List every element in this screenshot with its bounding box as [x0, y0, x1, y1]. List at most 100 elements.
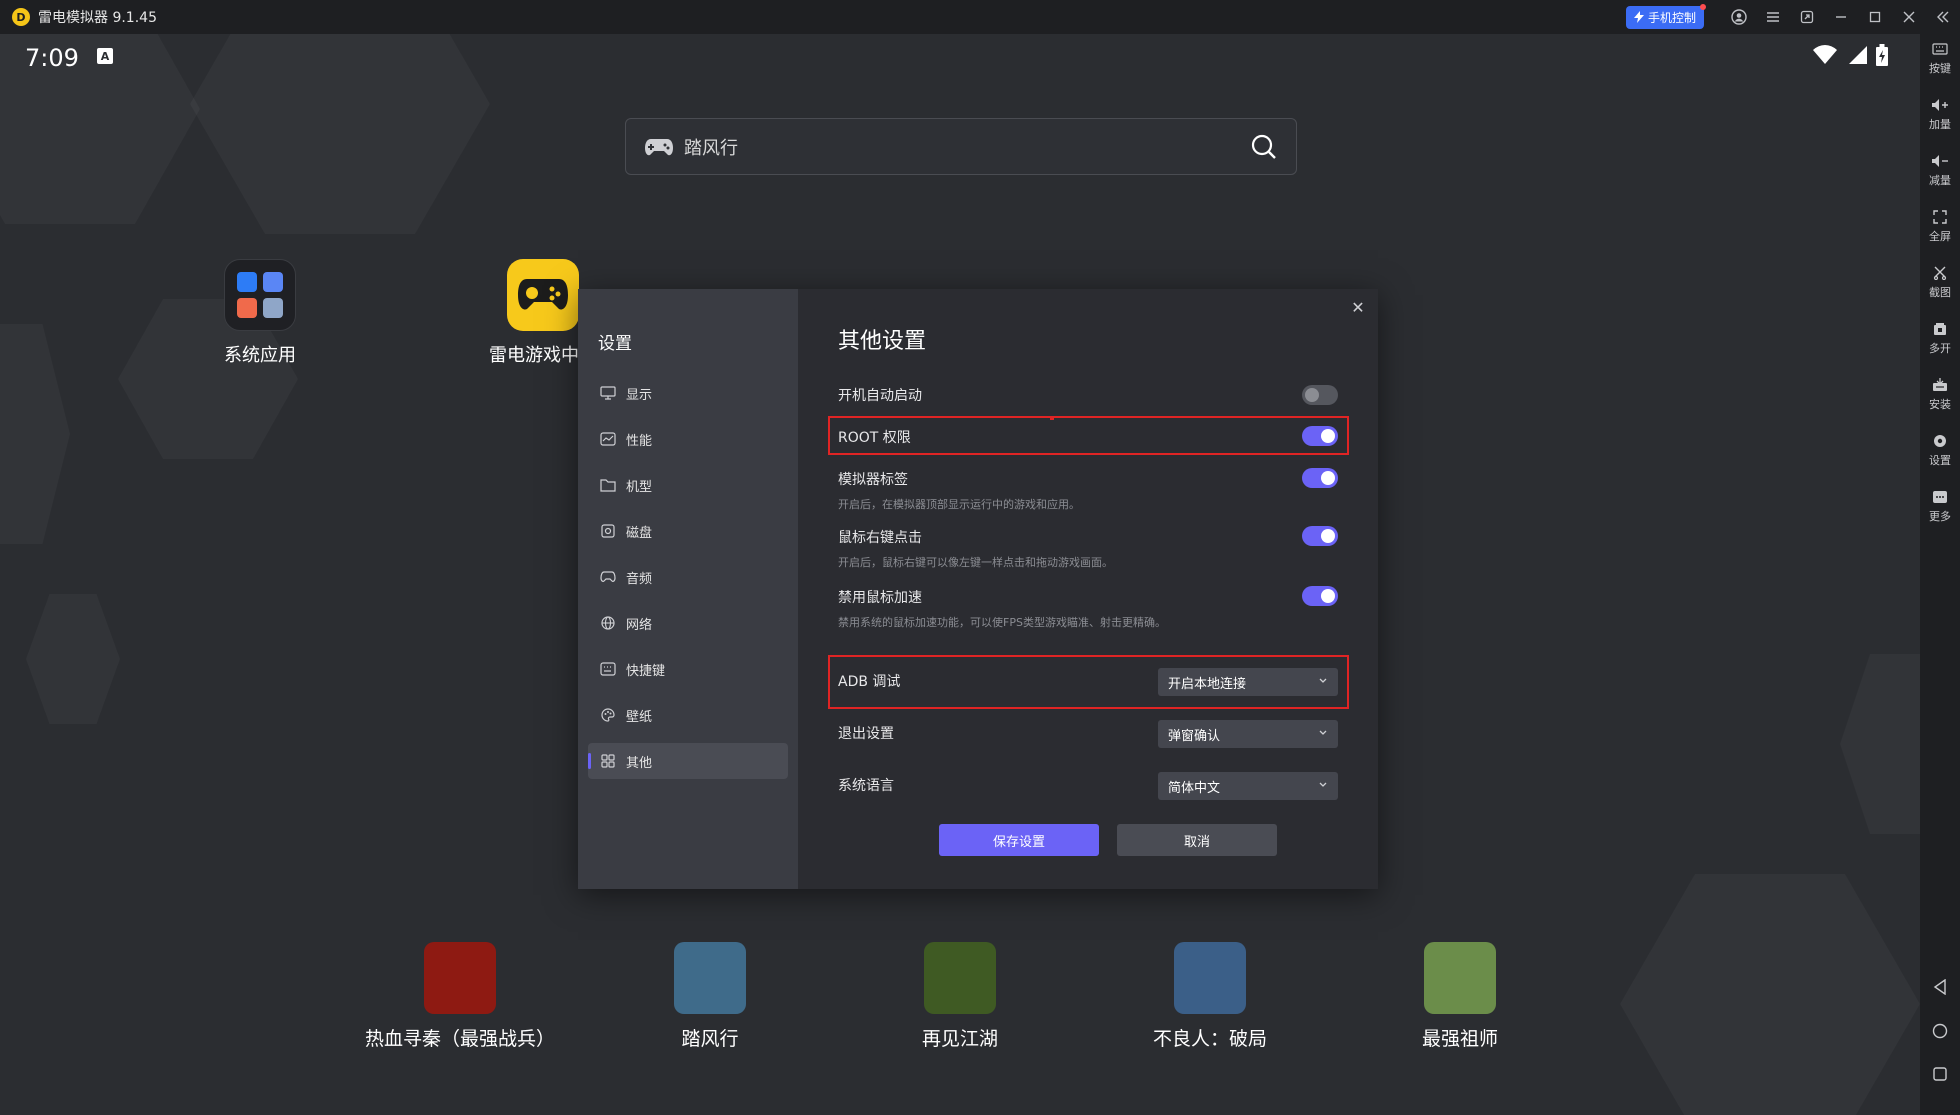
setting-description: 开启后，在模拟器顶部显示运行中的游戏和应用。 [838, 498, 1080, 511]
select-value: 弹窗确认 [1168, 728, 1221, 744]
wallpaper-hexagon [1840, 654, 1920, 834]
nav-wallpaper[interactable]: 壁纸 [588, 697, 788, 733]
account-icon[interactable] [1722, 0, 1756, 34]
phone-control-button[interactable]: 手机控制 [1625, 3, 1706, 29]
adb-select[interactable]: 开启本地连接 [1158, 668, 1338, 696]
emulator-tag-toggle[interactable] [1302, 468, 1338, 488]
volume-up-icon [1920, 96, 1960, 114]
maximize-icon[interactable] [1858, 0, 1892, 34]
nav-shortcuts[interactable]: 快捷键 [588, 651, 788, 687]
cancel-button[interactable]: 取消 [1117, 824, 1277, 856]
setting-label: ROOT 权限 [838, 430, 911, 446]
wallpaper-hexagon [26, 594, 120, 724]
performance-icon [600, 431, 616, 447]
globe-icon [600, 615, 616, 631]
game-icon-rexue-xunqin [424, 942, 496, 1014]
gear-icon [1920, 432, 1960, 450]
language-select[interactable]: 简体中文 [1158, 772, 1338, 800]
nav-recents-icon[interactable] [1920, 1067, 1960, 1081]
nav-label: 网络 [626, 617, 653, 633]
nav-label: 机型 [626, 479, 653, 495]
nav-audio[interactable]: 音频 [588, 559, 788, 595]
nav-display[interactable]: 显示 [588, 375, 788, 411]
battery-icon [1876, 44, 1888, 66]
toolbar-more[interactable]: 更多 [1920, 488, 1960, 524]
leidian-game-center-icon [507, 259, 579, 331]
setting-adb: ADB 调试 开启本地连接 [838, 668, 1338, 696]
android-screen: 7:09 A 踏风行 系统应用 雷电游戏中心 热血寻秦（最强战兵） 踏风行 再见… [0, 34, 1920, 1115]
nav-label: 快捷键 [626, 663, 666, 679]
wallpaper-hexagon [0, 324, 70, 544]
search-text[interactable]: 踏风行 [684, 134, 738, 160]
toolbar-volume-down[interactable]: 减量 [1920, 152, 1960, 188]
settings-dialog: 设置 显示 性能 机型 磁盘 音频 网络 快捷键 壁纸 其他 ✕ 其他设置 开机… [578, 289, 1378, 889]
app-logo-icon: D [12, 8, 30, 26]
toolbar-label: 更多 [1929, 510, 1951, 523]
toolbar-label: 设置 [1929, 454, 1951, 467]
notification-a-icon: A [97, 48, 113, 64]
setting-autostart: 开机自动启动 [838, 385, 1338, 405]
toolbar-install[interactable]: 安装 [1920, 376, 1960, 412]
setting-right-click: 鼠标右键点击 开启后，鼠标右键可以像左键一样点击和拖动游戏画面。 [838, 526, 1338, 569]
wallpaper-hexagon [190, 34, 490, 234]
setting-description: 开启后，鼠标右键可以像左键一样点击和拖动游戏画面。 [838, 556, 1113, 569]
scissors-icon [1920, 264, 1960, 282]
exit-select[interactable]: 弹窗确认 [1158, 720, 1338, 748]
menu-icon[interactable] [1756, 0, 1790, 34]
root-toggle[interactable] [1302, 426, 1338, 446]
setting-emulator-tag: 模拟器标签 开启后，在模拟器顶部显示运行中的游戏和应用。 [838, 468, 1338, 511]
nav-label: 性能 [626, 433, 653, 449]
app-label: 最强祖师 [1421, 1028, 1498, 1050]
dock-app[interactable]: 最强祖师 [1400, 942, 1520, 1051]
settings-main-panel: ✕ 其他设置 开机自动启动 ROOT 权限 模拟器标签 开启后，在模拟器顶部显示… [798, 289, 1378, 889]
settings-sidebar-title: 设置 [598, 334, 632, 354]
more-icon [1920, 488, 1960, 506]
setting-language: 系统语言 简体中文 [838, 772, 1338, 800]
dock-app[interactable]: 热血寻秦（最强战兵） [360, 942, 560, 1051]
search-icon[interactable] [1250, 133, 1278, 161]
toolbar-screenshot[interactable]: 截图 [1920, 264, 1960, 300]
notification-dot [1700, 3, 1706, 10]
mouse-accel-toggle[interactable] [1302, 586, 1338, 606]
toolbar-fullscreen[interactable]: 全屏 [1920, 208, 1960, 244]
phone-control-label: 手机控制 [1647, 10, 1696, 25]
system-apps-folder-icon [224, 259, 296, 331]
toolbar-multi-instance[interactable]: 多开 [1920, 320, 1960, 356]
toolbar-volume-up[interactable]: 加量 [1920, 96, 1960, 132]
search-bar[interactable]: 踏风行 [625, 118, 1297, 175]
setting-label: 禁用鼠标加速 [838, 590, 922, 606]
nav-home-icon[interactable] [1920, 1023, 1960, 1039]
setting-root: ROOT 权限 [838, 426, 1338, 447]
restore-small-icon[interactable] [1790, 0, 1824, 34]
dialog-close-icon[interactable]: ✕ [1348, 297, 1368, 317]
nav-disk[interactable]: 磁盘 [588, 513, 788, 549]
toolbar-keymap[interactable]: 按键 [1920, 40, 1960, 76]
nav-label: 显示 [626, 387, 653, 403]
app-label: 不良人：破局 [1152, 1028, 1267, 1050]
app-label: 踏风行 [681, 1028, 739, 1050]
nav-other[interactable]: 其他 [588, 743, 788, 779]
autostart-toggle[interactable] [1302, 385, 1338, 405]
nav-back-icon[interactable] [1920, 979, 1960, 995]
dock-app[interactable]: 踏风行 [660, 942, 760, 1051]
save-settings-button[interactable]: 保存设置 [939, 824, 1099, 856]
disk-icon [600, 523, 616, 539]
dock-app[interactable]: 再见江湖 [900, 942, 1020, 1051]
minimize-icon[interactable] [1824, 0, 1858, 34]
nav-performance[interactable]: 性能 [588, 421, 788, 457]
right-click-toggle[interactable] [1302, 526, 1338, 546]
wifi-icon [1813, 45, 1837, 64]
collapse-icon[interactable] [1926, 0, 1960, 34]
nav-model[interactable]: 机型 [588, 467, 788, 503]
close-icon[interactable] [1892, 0, 1926, 34]
dock-app[interactable]: 不良人：破局 [1135, 942, 1285, 1051]
app-label: 再见江湖 [921, 1028, 998, 1050]
toolbar-settings[interactable]: 设置 [1920, 432, 1960, 468]
nav-network[interactable]: 网络 [588, 605, 788, 641]
app-system-apps[interactable]: 系统应用 [215, 259, 305, 367]
setting-label: 模拟器标签 [838, 472, 908, 488]
setting-label: 开机自动启动 [838, 388, 922, 404]
chevron-down-icon [1319, 782, 1327, 787]
keyboard-icon [1920, 40, 1960, 58]
fullscreen-icon [1920, 208, 1960, 226]
